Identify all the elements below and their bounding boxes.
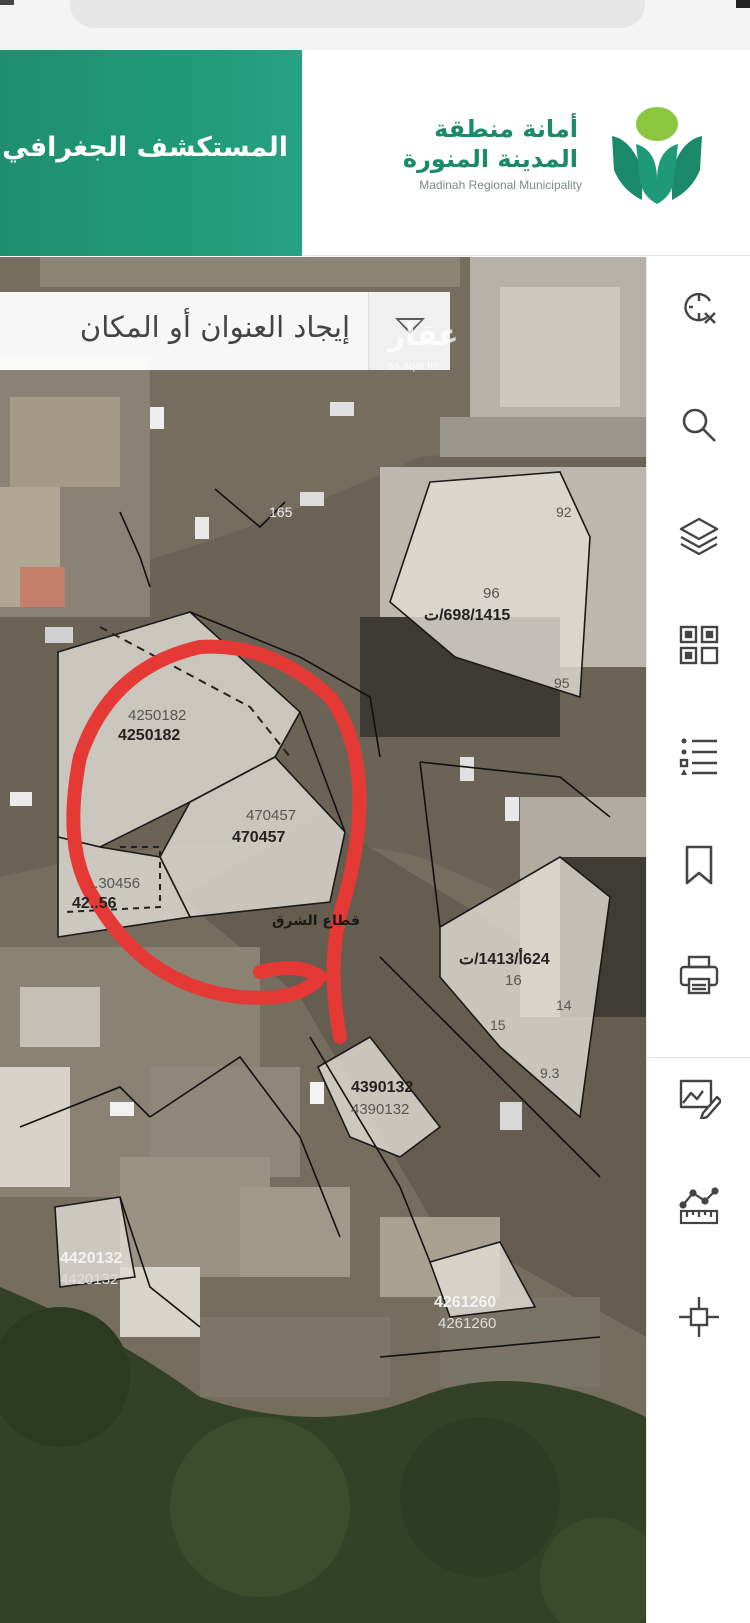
- legend-button[interactable]: [647, 705, 750, 805]
- parcel-label: 4390132: [351, 1079, 414, 1096]
- parcel-label-light: 96: [483, 585, 500, 602]
- watermark-url: sa.aqar.fm: [388, 360, 440, 372]
- legend-list-icon: [679, 738, 717, 775]
- parcel-label: 624أ/1413/ت: [459, 951, 550, 968]
- search-input[interactable]: إيجاد العنوان أو المكان: [80, 310, 350, 344]
- org-name-line2: المدينة المنورة: [402, 145, 578, 173]
- layers-icon: [679, 517, 719, 556]
- parcel-label: 4420132: [60, 1250, 123, 1267]
- print-button[interactable]: [647, 925, 750, 1025]
- bookmark-button[interactable]: [647, 815, 750, 915]
- map-toolbar: [646, 257, 750, 1623]
- map-number-label: 92: [556, 504, 572, 520]
- map-number-label: 9.3: [540, 1065, 560, 1081]
- browser-address-pill[interactable]: [70, 0, 645, 28]
- parcel-label-light: 4250182: [128, 707, 187, 724]
- measure-icon: [679, 1187, 719, 1225]
- clear-selection-button[interactable]: [647, 257, 750, 357]
- org-name-english: Madinah Regional Municipality: [419, 178, 582, 192]
- map-number-label: 14: [556, 997, 572, 1013]
- qr-code-icon: [679, 625, 719, 665]
- status-bar-mark: [736, 0, 750, 8]
- map-number-label: 95: [554, 675, 570, 691]
- street-label: قطاع الشرق: [272, 913, 361, 929]
- status-bar-mark: [0, 0, 14, 5]
- parcel-label-light: ..30456: [90, 875, 141, 892]
- layers-button[interactable]: [647, 485, 750, 585]
- app-title: المستكشف الجغرافي: [2, 132, 288, 163]
- clear-selection-icon: [684, 292, 716, 324]
- parcel-label: 4250182: [118, 727, 181, 744]
- map-number-label: 165: [269, 504, 293, 520]
- org-name-arabic: أمانة منطقة المدينة المنورة: [403, 114, 578, 174]
- map-canvas[interactable]: [0, 257, 646, 1623]
- parcel-label-light: 4261260: [438, 1315, 497, 1332]
- locate-crosshair-icon: [679, 1297, 719, 1337]
- parcel-label: 42..56: [72, 895, 117, 912]
- parcel-label-light: 16: [505, 972, 522, 989]
- satellite-map[interactable]: 4250182 4250182 470457 470457 ..30456 42…: [0, 257, 646, 1623]
- print-icon: [679, 955, 719, 995]
- locate-button[interactable]: [647, 1267, 750, 1367]
- search-bar[interactable]: إيجاد العنوان أو المكان: [0, 292, 450, 370]
- watermark-logo: عقار: [388, 318, 459, 353]
- parcel-label-light: 470457: [246, 807, 297, 824]
- measure-button[interactable]: [647, 1157, 750, 1257]
- app-header: المستكشف الجغرافي أمانة منطقة المدينة ال…: [0, 50, 750, 256]
- search-icon: [682, 408, 716, 442]
- parcel-label-light: 4390132: [351, 1101, 410, 1118]
- municipality-logo: [612, 107, 702, 204]
- org-name-line1: أمانة منطقة: [434, 115, 578, 143]
- map-number-label: 15: [490, 1017, 506, 1033]
- parcel-label: 698/1415/ت: [424, 607, 511, 624]
- parcel-label: 470457: [232, 829, 286, 846]
- app-title-banner: المستكشف الجغرافي: [0, 50, 302, 256]
- draw-edit-button[interactable]: [647, 1047, 750, 1147]
- bookmark-icon: [685, 845, 713, 885]
- parcel-label: 4261260: [434, 1294, 497, 1311]
- qr-code-button[interactable]: [647, 595, 750, 695]
- draw-edit-icon: [679, 1079, 721, 1119]
- parcel-label-light: 4420132: [60, 1271, 119, 1288]
- browser-top-bar: [0, 0, 750, 50]
- search-button[interactable]: [647, 375, 750, 475]
